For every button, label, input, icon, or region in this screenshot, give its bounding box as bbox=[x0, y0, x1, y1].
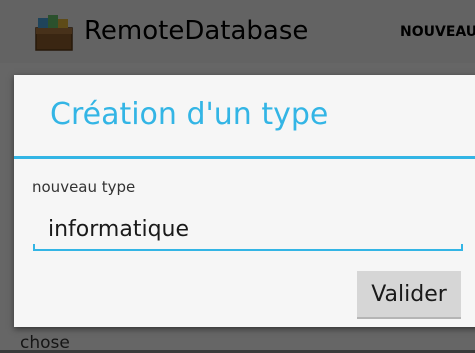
list-item-text: chose bbox=[20, 333, 70, 353]
dialog-title: Création d'un type bbox=[50, 97, 329, 132]
input-underline-right-tick bbox=[461, 244, 463, 251]
new-action-button[interactable]: NOUVEAU bbox=[400, 24, 475, 40]
app-title: RemoteDatabase bbox=[84, 16, 309, 46]
create-type-dialog: Création d'un type nouveau type informat… bbox=[14, 75, 475, 327]
new-type-label: nouveau type bbox=[32, 178, 136, 196]
action-bar: RemoteDatabase NOUVEAU bbox=[0, 0, 475, 63]
new-type-input-value[interactable]: informatique bbox=[48, 217, 189, 242]
new-type-input[interactable]: informatique bbox=[33, 203, 463, 251]
app-icon[interactable] bbox=[32, 12, 76, 54]
input-underline bbox=[33, 249, 463, 251]
validate-button[interactable]: Valider bbox=[357, 271, 461, 319]
title-divider bbox=[14, 156, 475, 159]
